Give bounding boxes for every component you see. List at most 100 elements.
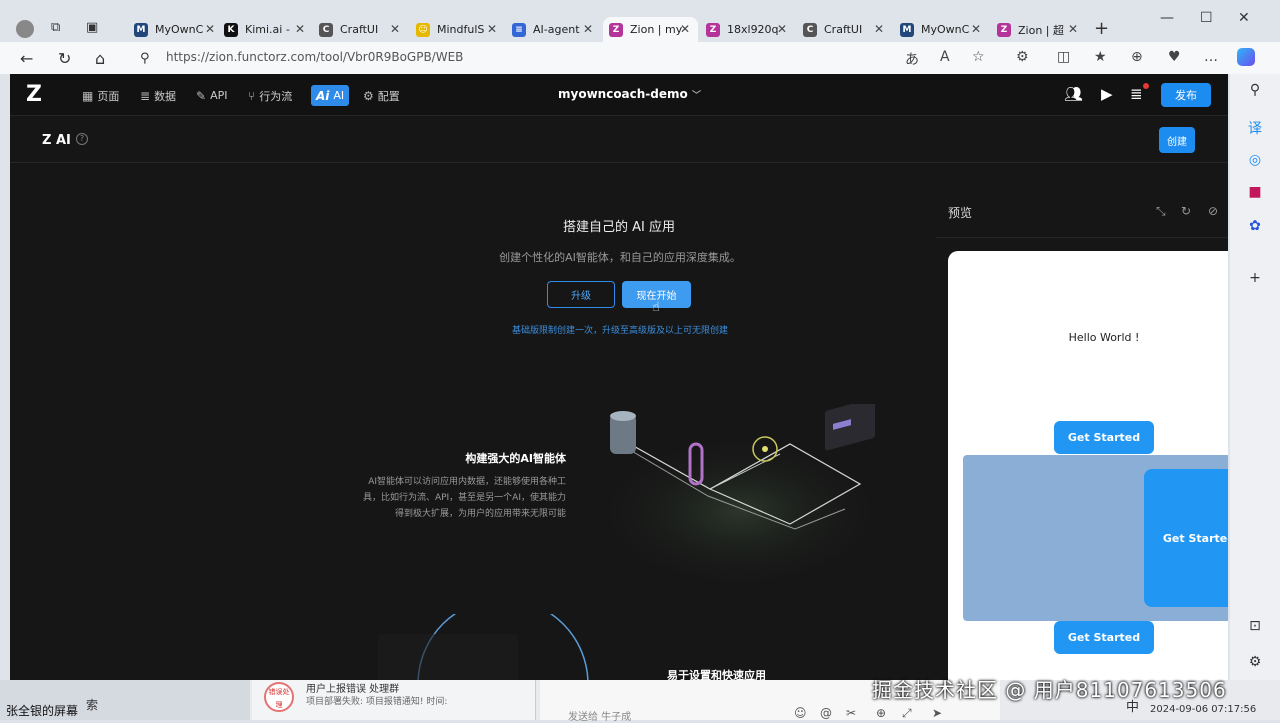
- baidu-icon[interactable]: ✿: [1240, 218, 1270, 240]
- add-sidebar-icon[interactable]: +: [1240, 270, 1270, 292]
- browser-tab[interactable]: ☺ MindfulS ✕: [410, 17, 505, 42]
- close-window-button[interactable]: ✕: [1238, 10, 1250, 26]
- tab-favicon-icon: M: [900, 22, 914, 37]
- send-icon[interactable]: ➤: [932, 706, 942, 720]
- add-icon[interactable]: ⊕: [876, 706, 886, 720]
- hand-cursor-icon: ☝︎: [652, 300, 660, 315]
- upgrade-button[interactable]: 升级: [547, 281, 615, 308]
- create-button[interactable]: 创建: [1159, 127, 1195, 153]
- browser-tab[interactable]: Z 18xl920q ✕: [700, 17, 795, 42]
- browser-essentials-icon[interactable]: ♥: [1168, 49, 1181, 65]
- emoji-icon[interactable]: ☺: [794, 706, 807, 720]
- tab-title: Zion | my: [630, 23, 683, 36]
- refresh-icon[interactable]: ↻: [58, 49, 71, 68]
- browser-tab[interactable]: Z Zion | 超 ✕: [991, 17, 1086, 42]
- browser-tab[interactable]: M MyOwnC ✕: [894, 17, 989, 42]
- split-screen-icon[interactable]: ◫: [1057, 49, 1070, 65]
- extensions-icon[interactable]: ⚙: [1016, 49, 1029, 65]
- read-aloud-icon[interactable]: A: [940, 49, 950, 65]
- site-info-icon[interactable]: ⚲: [140, 51, 150, 66]
- more-menu-icon[interactable]: …: [1204, 49, 1218, 65]
- close-tab-icon[interactable]: ✕: [874, 22, 884, 36]
- feature-title: 构建强大的AI智能体: [465, 452, 566, 465]
- tab-title: MindfulS: [437, 23, 485, 36]
- nav-data[interactable]: ≣ 数据: [140, 85, 176, 106]
- get-started-button[interactable]: Get Started: [1054, 421, 1154, 454]
- play-icon[interactable]: ▶: [1101, 85, 1113, 103]
- nav-pages[interactable]: ▦ 页面: [82, 85, 119, 106]
- favorite-star-icon[interactable]: ☆: [972, 49, 985, 65]
- browser-tab[interactable]: Z Zion | my ✕: [603, 17, 698, 42]
- tab-title: Zion | 超: [1018, 23, 1064, 37]
- translate-tool-icon[interactable]: 译: [1240, 118, 1270, 140]
- scissors-icon[interactable]: ✂: [846, 706, 856, 720]
- mention-icon[interactable]: @: [820, 706, 832, 720]
- close-tab-icon[interactable]: ✕: [390, 22, 400, 36]
- feature-two-title: 易于设置和快速应用: [667, 669, 766, 680]
- nav-config[interactable]: ⚙ 配置: [363, 85, 400, 106]
- hero-subtitle: 创建个性化的AI智能体，和自己的应用深度集成。: [499, 251, 741, 264]
- close-tab-icon[interactable]: ✕: [680, 22, 690, 36]
- plan-limit-note: 基础版限制创建一次，升级至高级版及以上可无限创建: [511, 326, 728, 336]
- close-tab-icon[interactable]: ✕: [205, 22, 215, 36]
- users-icon[interactable]: 👥︎: [1064, 85, 1083, 103]
- get-started-button[interactable]: Get Started: [1054, 621, 1154, 654]
- close-tab-icon[interactable]: ✕: [1068, 22, 1078, 36]
- new-tab-button[interactable]: +: [1094, 18, 1109, 39]
- publish-button[interactable]: 发布: [1161, 83, 1211, 107]
- nav-flow[interactable]: ⑂ 行为流: [248, 85, 292, 106]
- zion-app: Z ▦ 页面 ≣ 数据 ✎ API ⑂ 行为流 Ai AI ⚙ 配置 myowncoach-…: [10, 74, 1228, 680]
- minimize-button[interactable]: —: [1160, 10, 1174, 26]
- favorites-icon[interactable]: ★: [1094, 49, 1107, 65]
- help-icon[interactable]: ?: [76, 133, 88, 145]
- close-tab-icon[interactable]: ✕: [971, 22, 981, 36]
- database-icon: ≣: [140, 88, 151, 103]
- flow-icon: ⑂: [248, 88, 256, 103]
- workspaces-icon[interactable]: ⧉: [51, 20, 60, 35]
- maximize-button[interactable]: ☐: [1200, 10, 1213, 26]
- url-field[interactable]: https://zion.functorz.com/tool/Vbr0R9BoG…: [166, 50, 463, 64]
- browser-tab[interactable]: C CraftUI ✕: [313, 17, 408, 42]
- tab-actions-icon[interactable]: ▣: [86, 20, 98, 35]
- database-status-icon[interactable]: ≣: [1130, 83, 1149, 103]
- copilot-icon[interactable]: [1237, 48, 1255, 66]
- search-label[interactable]: 索: [86, 696, 98, 713]
- translate-icon[interactable]: あ: [905, 49, 919, 69]
- project-selector[interactable]: myowncoach-demo ﹀: [558, 87, 701, 101]
- search-icon[interactable]: ⚲: [1240, 82, 1270, 104]
- browser-tab[interactable]: K Kimi.ai - ✕: [218, 17, 313, 42]
- tab-title: Kimi.ai -: [245, 23, 290, 36]
- edge-tool-icon[interactable]: ◎: [1240, 152, 1270, 174]
- close-tab-icon[interactable]: ✕: [487, 22, 497, 36]
- zion-logo-icon[interactable]: Z: [26, 84, 48, 106]
- nav-ai[interactable]: Ai AI: [311, 85, 350, 106]
- nav-api[interactable]: ✎ API: [196, 85, 227, 106]
- home-icon[interactable]: ⌂: [95, 49, 105, 68]
- collapse-icon[interactable]: ⤡: [1156, 204, 1166, 219]
- settings-icon[interactable]: ⚙: [1240, 654, 1270, 676]
- close-tab-icon[interactable]: ✕: [583, 22, 593, 36]
- clock[interactable]: 2024-09-06 07:17:56: [1150, 704, 1256, 715]
- api-icon: ✎: [196, 88, 207, 103]
- screenshot-icon[interactable]: ⊡: [1240, 618, 1270, 640]
- page-title: Z AI: [42, 133, 71, 148]
- close-tab-icon[interactable]: ✕: [777, 22, 787, 36]
- get-started-button[interactable]: Get Started: [1144, 469, 1228, 607]
- expand-icon[interactable]: ⤢: [902, 706, 912, 721]
- browser-tab[interactable]: C CraftUI ✕: [797, 17, 892, 42]
- preview-canvas: Hello World ! Get Started Get Started Ge…: [948, 251, 1228, 680]
- figma-icon[interactable]: ■: [1240, 184, 1270, 206]
- notification-card[interactable]: 错误处理 用户上报错误 处理群 项目部署失败: 项目报错通知! 时间:: [252, 680, 536, 720]
- collections-icon[interactable]: ⊕: [1131, 49, 1143, 65]
- back-icon[interactable]: ←: [20, 49, 33, 68]
- nav-label: API: [210, 89, 228, 102]
- browser-tab[interactable]: ≡ AI-agent ✕: [506, 17, 601, 42]
- tab-title: CraftUI: [824, 23, 863, 36]
- refresh-preview-icon[interactable]: ↻: [1181, 204, 1191, 218]
- browser-tab-bar: ⧉ ▣ M MyOwnC ✕ K Kimi.ai - ✕ C CraftUI ✕ ☺ Mindfu…: [0, 0, 1280, 42]
- browser-tab[interactable]: M MyOwnC ✕: [128, 17, 223, 42]
- tab-favicon-icon: ☺: [416, 22, 430, 37]
- close-tab-icon[interactable]: ✕: [295, 22, 305, 36]
- compass-icon[interactable]: ⊘: [1208, 204, 1218, 218]
- profile-avatar[interactable]: [16, 20, 34, 38]
